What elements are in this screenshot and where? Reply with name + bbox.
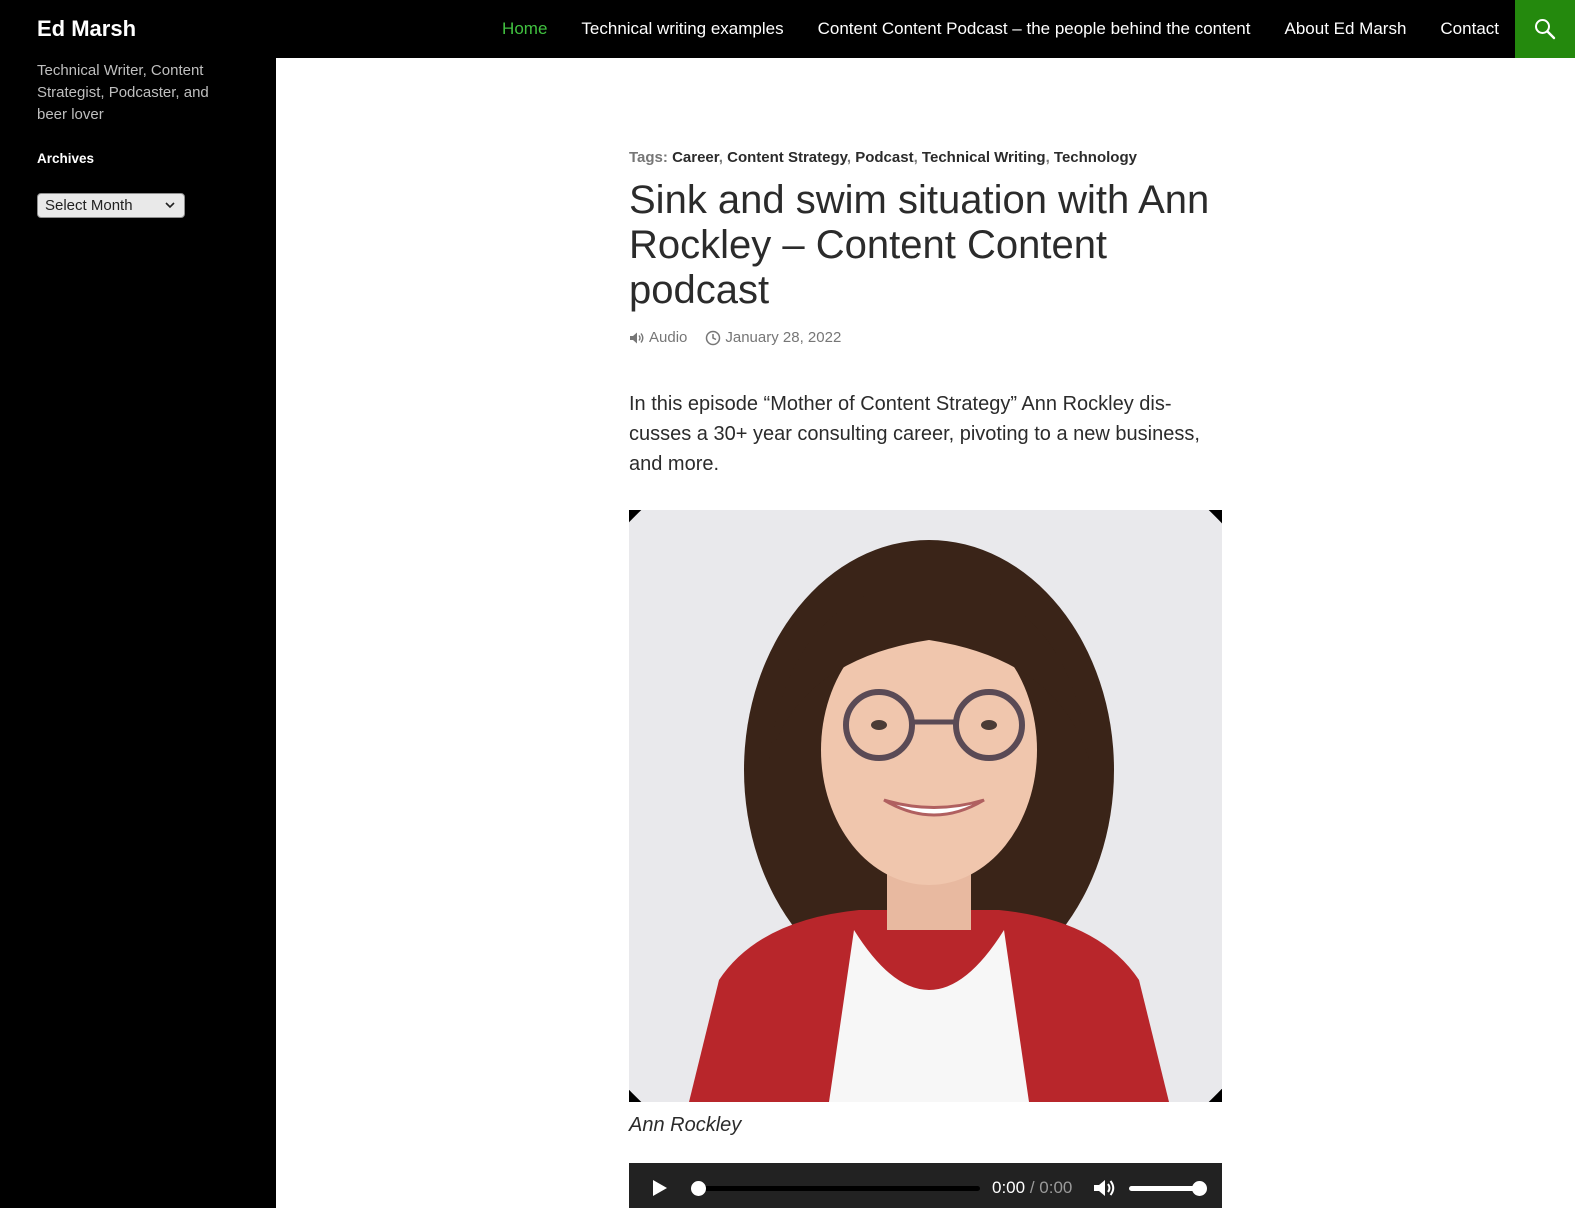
tag-link[interactable]: Technical Writing	[922, 149, 1046, 166]
nav-item-technical-writing-examples[interactable]: Technical writing examples	[581, 19, 783, 39]
volume-slider[interactable]	[1129, 1181, 1207, 1196]
portrait-image	[629, 510, 1222, 1102]
tag-separator: ,	[846, 149, 856, 166]
tag-link[interactable]: Content Strategy	[727, 149, 847, 166]
tag-separator: ,	[718, 149, 728, 166]
clock-icon	[706, 330, 721, 345]
mute-button[interactable]	[1092, 1177, 1116, 1204]
tags-label: Tags:	[629, 149, 668, 166]
audio-time-display: 0:00 / 0:00	[992, 1178, 1072, 1198]
nav-item-home[interactable]: Home	[502, 19, 547, 39]
post-date-label: January 28, 2022	[725, 329, 842, 346]
post-featured-image	[629, 510, 1222, 1102]
audio-progress-slider[interactable]	[691, 1181, 980, 1196]
post-date[interactable]: January 28, 2022	[705, 329, 841, 346]
site-title-link[interactable]: Ed Marsh	[37, 16, 136, 42]
post-intro: In this episode “Mother of Content Strat…	[629, 393, 1200, 475]
search-icon	[1535, 19, 1556, 40]
site-description: Technical Writer, Content Strategist, Po…	[37, 62, 209, 123]
sidebar: Technical Writer, Content Strategist, Po…	[0, 58, 276, 1208]
site-header: Ed Marsh Home Technical writing examples…	[0, 0, 1575, 58]
play-icon	[653, 1180, 667, 1196]
tag-separator: ,	[1045, 149, 1054, 166]
post-tags: Tags: Career, Content Strategy, Podcast,…	[629, 149, 1229, 166]
audio-player: 0:00 / 0:00	[629, 1163, 1222, 1208]
archives-dropdown-value: Select Month	[45, 197, 133, 214]
post-title: Sink and swim situation with Ann Rockley…	[629, 178, 1210, 312]
duration: 0:00	[1039, 1178, 1073, 1197]
volume-fill	[1129, 1186, 1199, 1191]
post-format-label: Audio	[649, 329, 688, 346]
image-caption: Ann Rockley	[629, 1114, 742, 1136]
time-separator: /	[1029, 1178, 1035, 1197]
post-format[interactable]: Audio	[629, 329, 687, 346]
chevron-down-icon	[165, 202, 175, 209]
nav-item-contact[interactable]: Contact	[1440, 19, 1499, 39]
archives-dropdown[interactable]: Select Month	[37, 193, 185, 218]
current-time: 0:00	[992, 1178, 1026, 1197]
primary-navigation: Home Technical writing examples Content …	[468, 0, 1499, 58]
tag-link[interactable]: Career	[672, 149, 719, 166]
search-toggle-button[interactable]	[1515, 0, 1575, 58]
progress-handle[interactable]	[691, 1181, 706, 1196]
nav-item-content-content-podcast[interactable]: Content Content Podcast – the people beh…	[818, 19, 1251, 39]
play-button[interactable]	[651, 1178, 669, 1203]
tag-link[interactable]: Podcast	[855, 149, 913, 166]
volume-icon	[1094, 1180, 1115, 1196]
nav-item-about[interactable]: About Ed Marsh	[1285, 19, 1407, 39]
volume-handle[interactable]	[1192, 1181, 1207, 1196]
speaker-icon	[630, 332, 644, 343]
archives-widget-title: Archives	[37, 151, 95, 166]
post-meta: Audio January 28, 2022	[629, 329, 841, 346]
tag-separator: ,	[913, 149, 922, 166]
tag-link[interactable]: Technology	[1054, 149, 1137, 166]
